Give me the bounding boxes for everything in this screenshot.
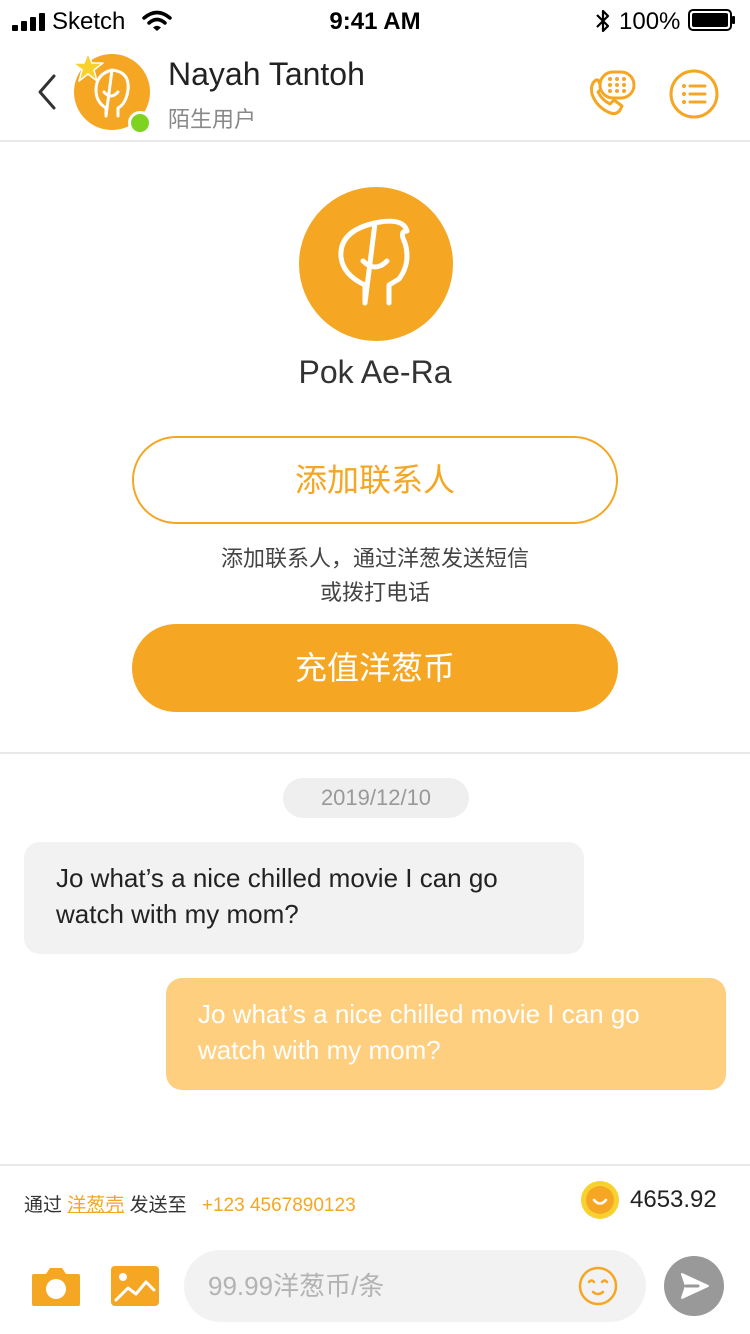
composer-divider (0, 1164, 750, 1166)
online-status-dot (128, 111, 152, 135)
add-contact-hint: 添加联系人，通过洋葱发送短信 或拨打电话 (0, 542, 750, 610)
section-divider (0, 752, 750, 754)
emoji-icon[interactable] (578, 1266, 618, 1306)
chat-date-label: 2019/12/10 (283, 778, 469, 818)
outgoing-message-bubble[interactable]: Jo what’s a nice chilled movie I can go … (166, 978, 726, 1090)
battery-percent: 100% (619, 8, 681, 35)
back-icon[interactable] (30, 70, 64, 114)
status-bar: Sketch 9:41 AM 100% (0, 0, 750, 40)
profile-name: Pok Ae-Ra (298, 354, 452, 390)
star-badge-icon (72, 52, 104, 82)
add-contact-button[interactable]: 添加联系人 (132, 436, 618, 524)
list-menu-icon[interactable] (668, 68, 720, 120)
onion-face-icon (338, 218, 410, 306)
recipient-phone-number: +123 4567890123 (201, 1195, 356, 1216)
message-input[interactable] (208, 1266, 568, 1306)
via-prefix: 通过 (24, 1195, 63, 1216)
bluetooth-icon (596, 9, 610, 33)
send-button[interactable] (664, 1256, 724, 1316)
phone-dialpad-icon[interactable] (586, 70, 636, 118)
incoming-message-bubble[interactable]: Jo what’s a nice chilled movie I can go … (24, 842, 584, 954)
send-to-label: 发送至 (129, 1195, 187, 1216)
profile-avatar (299, 187, 453, 341)
via-app-link[interactable]: 洋葱壳 (67, 1195, 124, 1216)
battery-icon (688, 9, 735, 31)
coin-icon (581, 1181, 619, 1219)
contact-subtitle: 陌生用户 (168, 107, 257, 132)
contact-name: Nayah Tantoh (168, 56, 365, 92)
add-contact-hint-line2: 或拨打电话 (319, 580, 430, 605)
camera-icon[interactable] (30, 1264, 82, 1308)
image-icon[interactable] (110, 1264, 160, 1308)
send-arrow-icon (681, 1273, 709, 1299)
recharge-button[interactable]: 充值洋葱币 (132, 624, 618, 712)
chat-header: Nayah Tantoh 陌生用户 (0, 40, 750, 142)
add-contact-hint-line1: 添加联系人，通过洋葱发送短信 (220, 546, 529, 571)
send-via-row: 通过 洋葱壳 发送至 +123 4567890123 (24, 1190, 356, 1217)
coin-balance: 4653.92 (630, 1186, 717, 1213)
